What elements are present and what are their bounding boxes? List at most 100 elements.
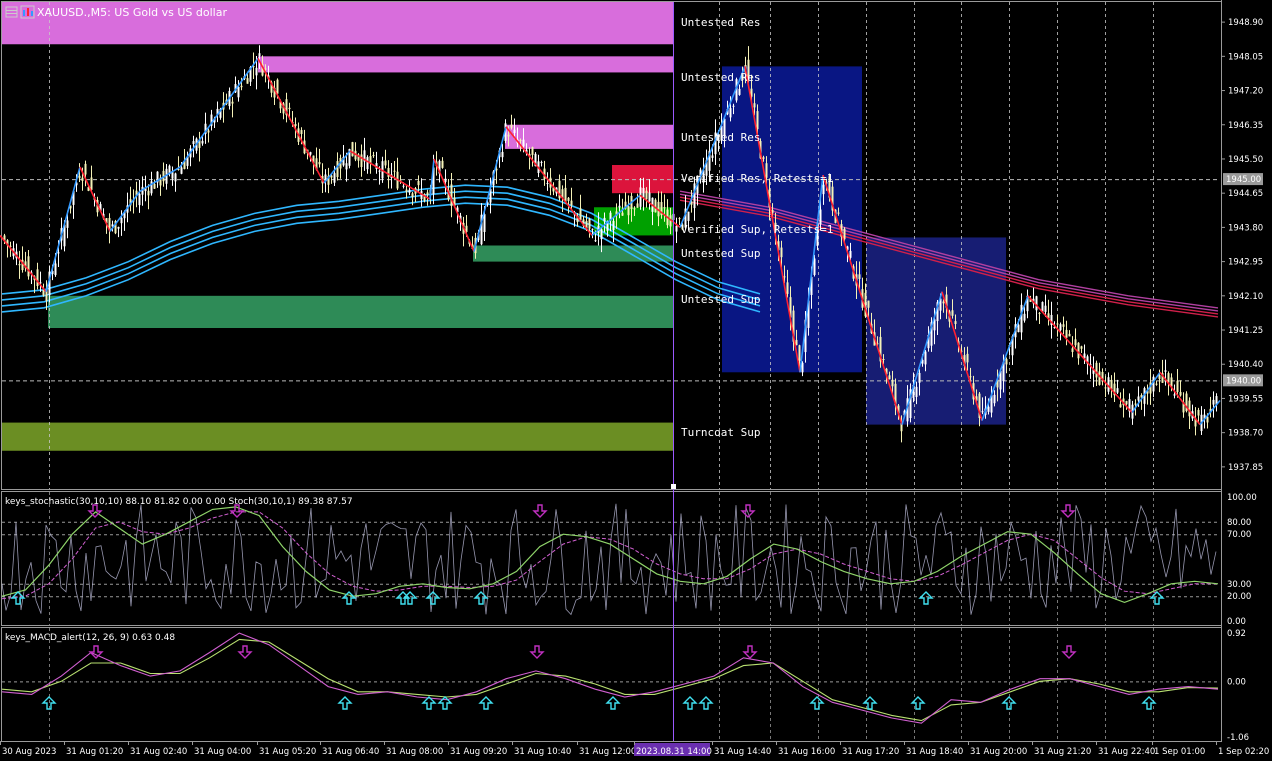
zone-label: Turncoat Sup <box>681 426 760 439</box>
candle-body <box>579 208 582 221</box>
price-tick-label: 1942.10 <box>1228 292 1263 302</box>
zone-label: Untested Sup <box>681 247 760 260</box>
time-tick-label: 1 Sep 01:00 <box>1154 747 1205 757</box>
candle-body <box>1104 387 1107 389</box>
candle-body <box>843 228 846 240</box>
candle-body <box>1212 399 1215 405</box>
candle-body <box>402 185 405 187</box>
candle-body <box>1125 401 1128 405</box>
stoch-tick-label: 100.00 <box>1227 493 1257 503</box>
candle-body <box>564 187 567 202</box>
zone-res-1 <box>258 56 673 73</box>
candle-body <box>84 163 87 175</box>
candle-body <box>600 229 603 240</box>
price-tick-label: 1948.90 <box>1228 18 1263 28</box>
stoch-tick-label: 30.00 <box>1227 580 1251 590</box>
zone-label: Untested Res <box>681 131 760 144</box>
candle-body <box>618 205 621 208</box>
time-tick-label: 31 Aug 08:00 <box>386 747 443 757</box>
candle-body <box>201 140 204 144</box>
candle-body <box>951 310 954 316</box>
candle-body <box>1167 373 1170 383</box>
candle-body <box>309 152 312 155</box>
time-tick-label: 31 Aug 12:00 <box>579 747 636 757</box>
candle-body <box>336 161 339 178</box>
candle-body <box>966 353 969 363</box>
candle-body <box>411 193 414 197</box>
candle-body <box>54 263 57 276</box>
candle-body <box>837 212 840 214</box>
candle-body <box>969 376 972 378</box>
candle-body <box>636 203 639 208</box>
candle-body <box>531 147 534 155</box>
candle-body <box>1176 380 1179 392</box>
time-tick-label: 31 Aug 09:20 <box>450 747 507 757</box>
candle-body <box>1020 304 1023 333</box>
candle-body <box>255 67 258 76</box>
candle-body <box>117 226 120 229</box>
candle-body <box>633 208 636 210</box>
candle-body <box>1119 404 1122 408</box>
candle-body <box>753 103 756 108</box>
candle-body <box>1074 339 1077 346</box>
zone-sup-6 <box>48 295 673 329</box>
time-highlight-label: 2023.08.31 14:00 <box>636 747 712 757</box>
candle-body <box>693 183 696 209</box>
candle-body <box>678 218 681 220</box>
stoch-tick-label: 70.00 <box>1227 530 1251 540</box>
candle-body <box>1137 396 1140 401</box>
stoch-tick-label: 80.00 <box>1227 518 1251 528</box>
candle-body <box>612 220 615 231</box>
candle-body <box>1071 348 1074 352</box>
macd-tick-label: 0.92 <box>1227 629 1246 639</box>
candle-body <box>369 155 372 163</box>
candle-body <box>1095 362 1098 378</box>
candle-body <box>1179 392 1182 396</box>
candle-body <box>588 219 591 229</box>
candle-body <box>258 53 261 57</box>
candle-body <box>540 161 543 163</box>
candle-body <box>849 250 852 258</box>
candle-body <box>1134 403 1137 405</box>
candle-body <box>207 130 210 133</box>
trading-chart-canvas[interactable]: Untested Res Untested Res Untested Res Veri… <box>0 0 1272 761</box>
candle-body <box>483 214 486 232</box>
candle-body <box>444 178 447 182</box>
candle-body <box>987 406 990 412</box>
candle-body <box>153 183 156 189</box>
time-tick-label: 31 Aug 20:00 <box>970 747 1027 757</box>
candle-body <box>333 173 336 183</box>
candle-body <box>729 108 732 118</box>
price-tick-label: 1938.70 <box>1228 429 1263 439</box>
candle-body <box>1164 370 1167 372</box>
candle-body <box>18 264 21 266</box>
candle-body <box>882 358 885 360</box>
crosshair-handle[interactable] <box>671 484 676 489</box>
candle-body <box>795 339 798 346</box>
candle-body <box>1023 313 1026 321</box>
candle-body <box>387 167 390 177</box>
candle-body <box>798 345 801 361</box>
candle-body <box>240 85 243 88</box>
candle-body <box>294 124 297 126</box>
candle-body <box>246 78 249 84</box>
candle-body <box>801 362 804 373</box>
time-tick-label: 31 Aug 14:40 <box>714 747 771 757</box>
candle-body <box>567 197 570 201</box>
price-tag-label: 1940.00 <box>1226 376 1261 386</box>
candle-body <box>120 217 123 224</box>
time-tick-label: 1 Sep 02:20 <box>1218 747 1269 757</box>
candle-body <box>786 282 789 294</box>
time-tick-label: 31 Aug 05:20 <box>259 747 316 757</box>
time-tick-label: 31 Aug 06:40 <box>322 747 379 757</box>
candle-body <box>384 160 387 166</box>
candle-body <box>174 173 177 182</box>
candle-body <box>1116 388 1119 393</box>
candle-body <box>501 151 504 158</box>
zone-label: Verified Sup, Retests=1 <box>681 223 833 236</box>
candle-body <box>408 189 411 193</box>
time-tick-label: 31 Aug 22:40 <box>1098 747 1155 757</box>
candle-body <box>1068 333 1071 337</box>
candle-body <box>546 183 549 185</box>
candle-body <box>867 300 870 308</box>
